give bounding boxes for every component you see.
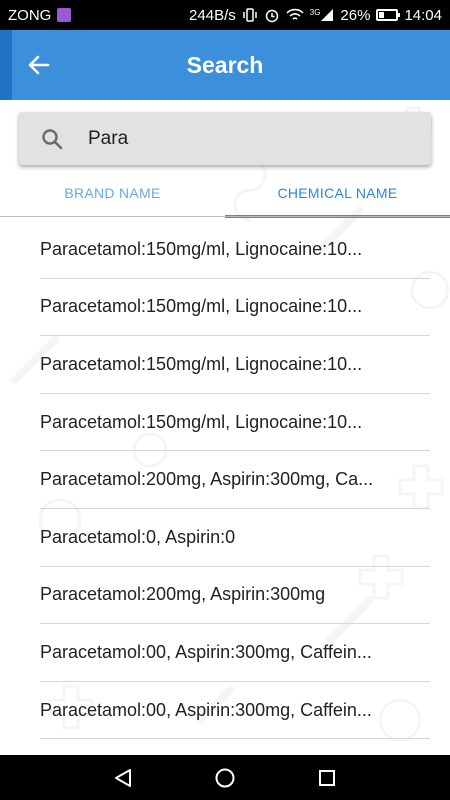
list-item[interactable]: Paracetamol:0, Aspirin:0 (40, 509, 430, 567)
tab-label: BRAND NAME (64, 185, 161, 201)
back-triangle-icon (115, 768, 131, 787)
tab-divider (0, 216, 450, 217)
wifi-icon (286, 8, 304, 22)
battery-icon (376, 9, 401, 21)
list-item[interactable]: Paracetamol:00, Aspirin:300mg, Caffein..… (40, 624, 430, 682)
list-item-text: Paracetamol:00, Aspirin:300mg, Caffein..… (40, 699, 372, 720)
battery-percent: 26% (340, 6, 371, 24)
list-item[interactable]: Paracetamol:200mg, Aspirin:300mg (40, 567, 430, 625)
list-item-text: Paracetamol:150mg/ml, Lignocaine:10... (40, 353, 363, 374)
list-item[interactable]: Paracetamol:150mg/ml, Lignocaine:10... (40, 336, 430, 394)
list-item-text: Paracetamol:200mg, Aspirin:300mg (40, 584, 326, 605)
status-bar: ZONG 244B/s 3G 26% 14:04 (0, 0, 450, 30)
nav-home-button[interactable] (213, 766, 237, 790)
list-item-text: Paracetamol:150mg/ml, Lignocaine:10... (40, 411, 363, 432)
alarm-icon (264, 7, 280, 23)
recents-square-icon (319, 769, 335, 786)
signal-icon: 3G (310, 8, 335, 22)
search-icon[interactable] (39, 126, 65, 152)
data-speed: 244B/s (189, 6, 236, 24)
list-item-text: Paracetamol:150mg/ml, Lignocaine:10... (40, 238, 363, 259)
results-list: Paracetamol:150mg/ml, Lignocaine:10... P… (0, 221, 450, 740)
list-item[interactable]: Paracetamol:150mg/ml, Lignocaine:10... (40, 221, 430, 279)
carrier-badge-icon (57, 8, 72, 22)
back-button[interactable] (22, 48, 56, 82)
page-title: Search (186, 51, 264, 78)
tab-chemical-name[interactable]: CHEMICAL NAME (225, 168, 450, 218)
tab-bar: BRAND NAME CHEMICAL NAME (0, 168, 450, 218)
network-type: 3G (309, 8, 321, 17)
carrier-name: ZONG (8, 6, 52, 24)
search-input[interactable] (88, 127, 388, 150)
list-item-text: Paracetamol:150mg/ml, Lignocaine:10... (40, 296, 363, 317)
list-item-text: Paracetamol:200mg, Aspirin:300mg, Ca... (40, 469, 374, 490)
tab-brand-name[interactable]: BRAND NAME (0, 168, 225, 218)
app-bar: Search (0, 30, 450, 100)
clock-time: 14:04 (404, 6, 442, 24)
search-bar (19, 112, 431, 165)
list-item-text: Paracetamol:00, Aspirin:300mg, Caffein..… (40, 641, 372, 662)
nav-back-button[interactable] (111, 766, 135, 790)
nav-recents-button[interactable] (315, 766, 339, 790)
list-item-text: Paracetamol:0, Aspirin:0 (40, 526, 236, 547)
system-nav-bar (0, 755, 450, 800)
tab-label: CHEMICAL NAME (277, 185, 398, 201)
home-circle-icon (215, 768, 235, 787)
app-bar-accent (0, 30, 12, 100)
list-item[interactable]: Paracetamol:00, Aspirin:300mg, Caffein..… (40, 682, 430, 740)
arrow-left-icon (28, 55, 50, 75)
vibrate-icon (242, 7, 258, 23)
list-item[interactable]: Paracetamol:150mg/ml, Lignocaine:10... (40, 394, 430, 452)
list-item[interactable]: Paracetamol:200mg, Aspirin:300mg, Ca... (40, 451, 430, 509)
list-item[interactable]: Paracetamol:150mg/ml, Lignocaine:10... (40, 279, 430, 337)
